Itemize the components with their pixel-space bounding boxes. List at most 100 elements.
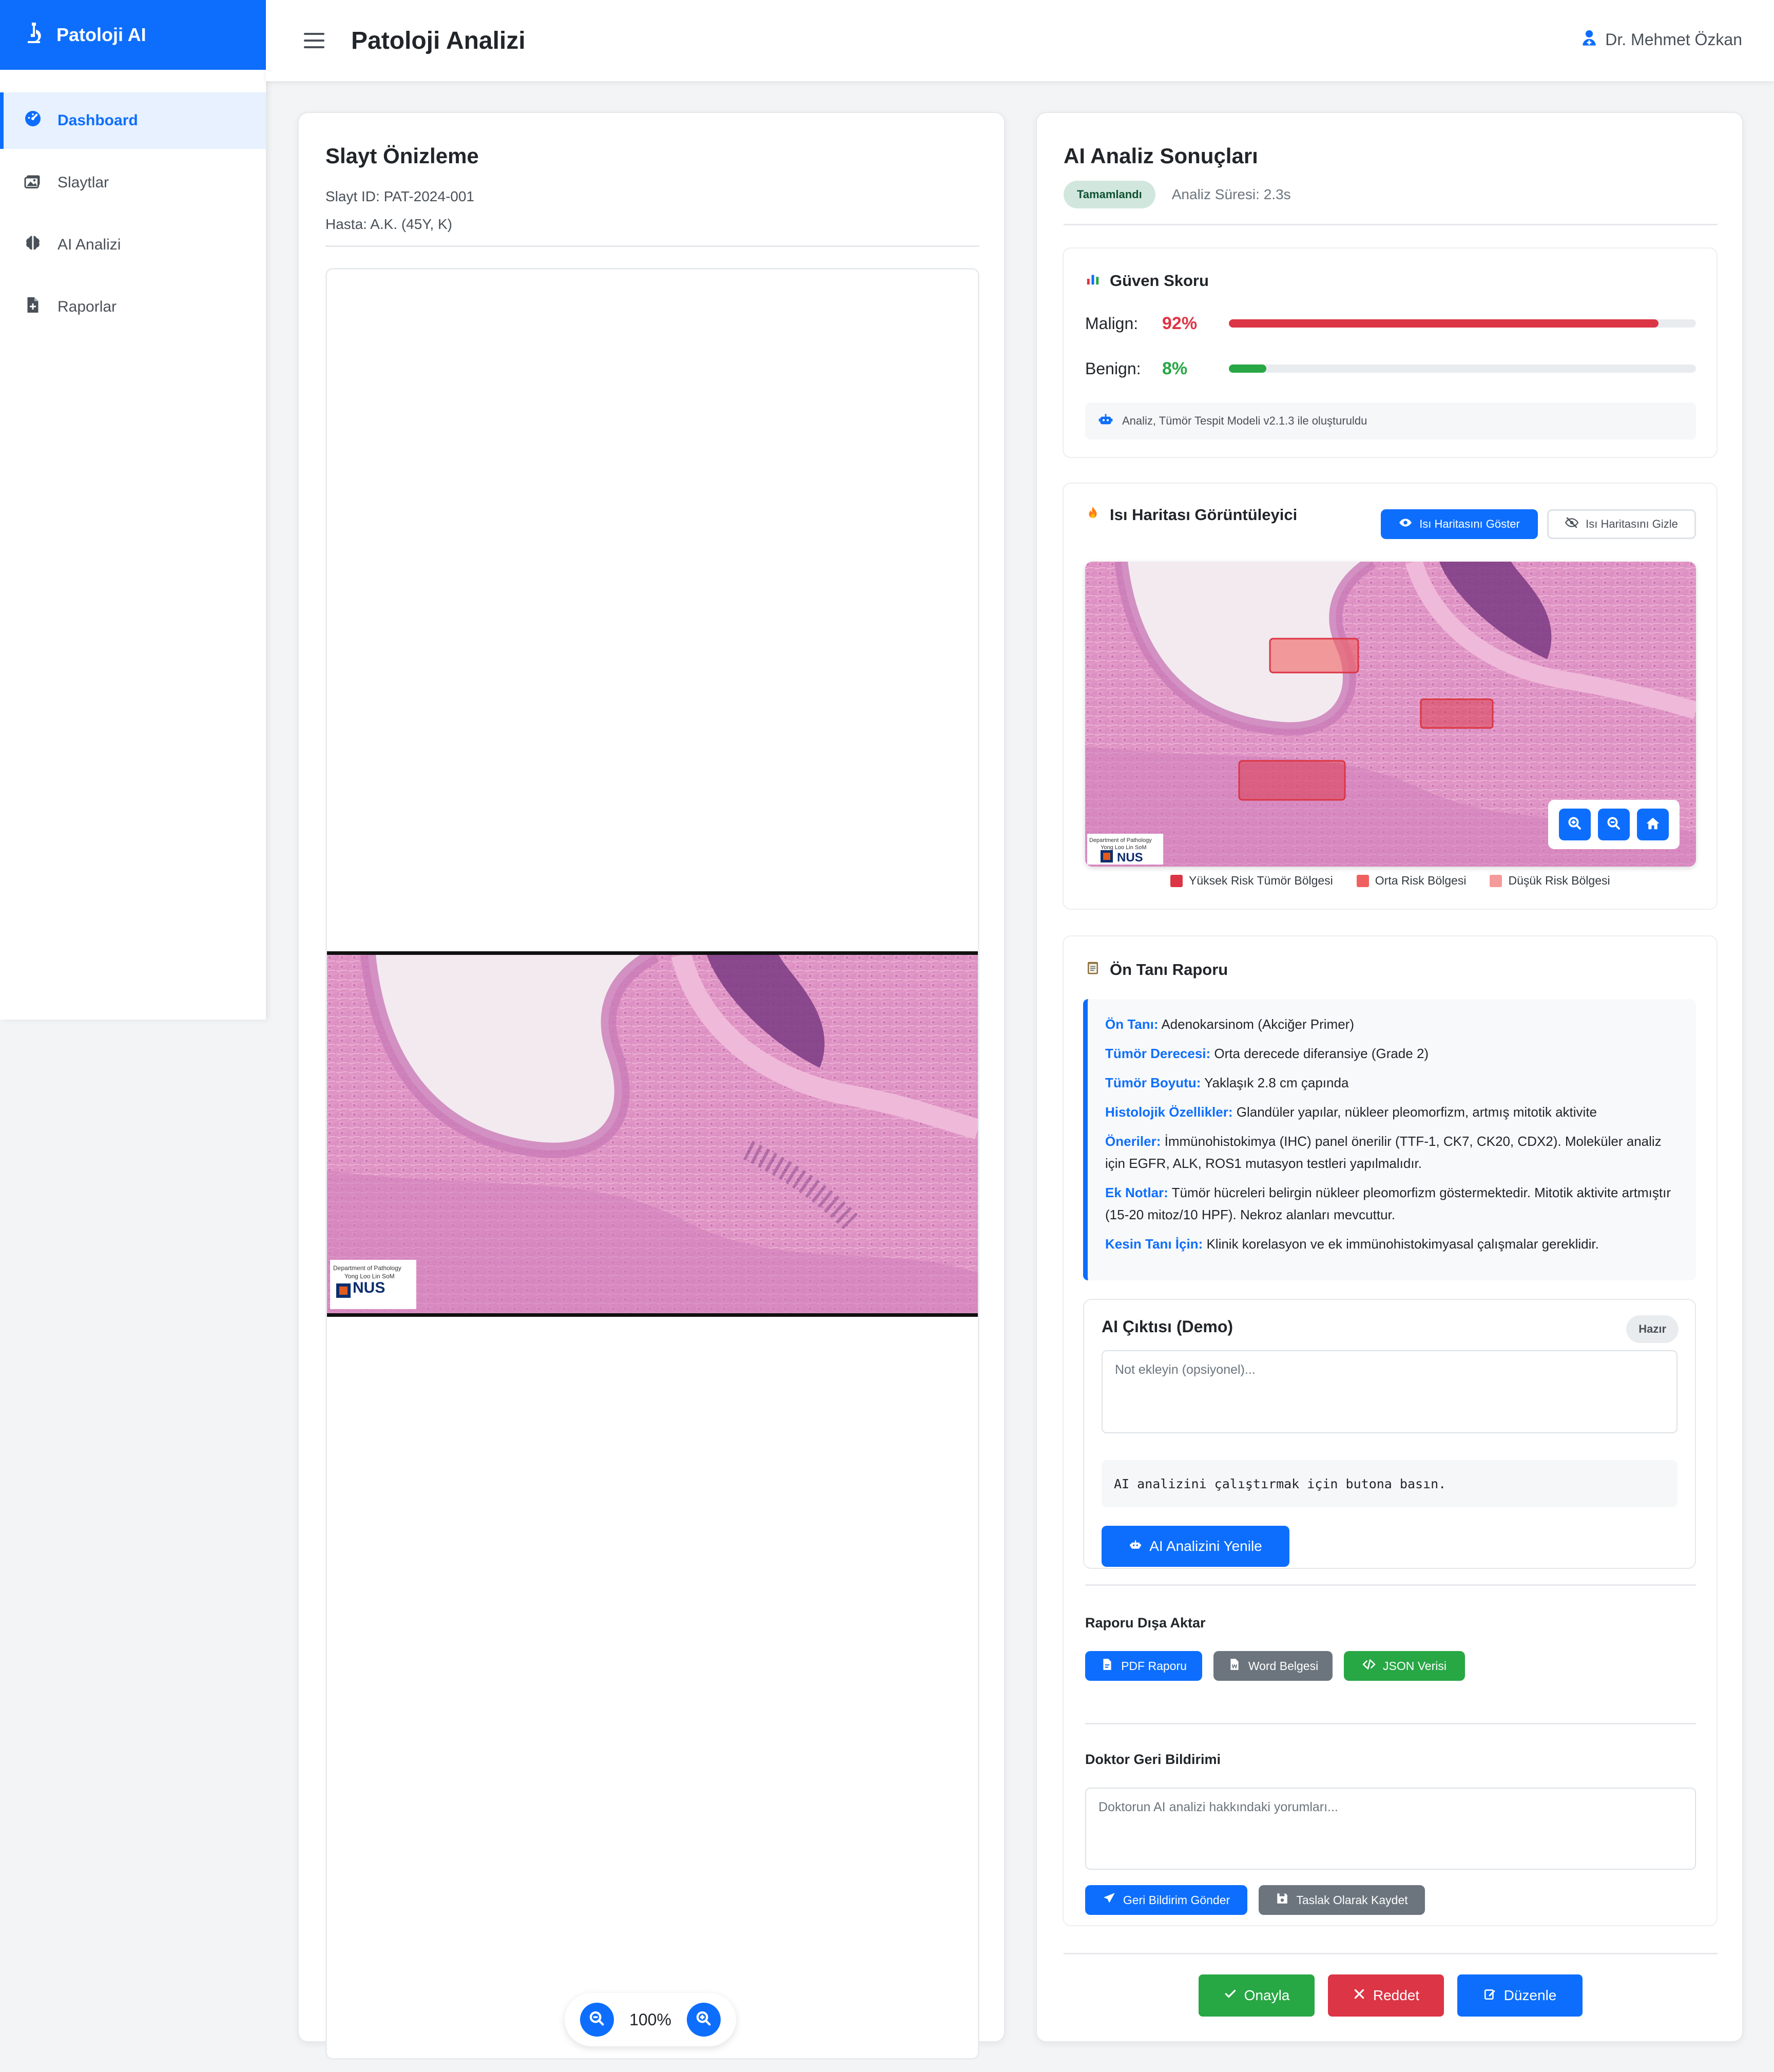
edit-icon [1483,1987,1497,2004]
sidebar-item-ai-analizi[interactable]: AI Analizi [0,217,266,273]
close-icon [1353,1987,1366,2004]
send-feedback-button[interactable]: Geri Bildirim Gönder [1085,1885,1247,1915]
home-icon [1645,816,1661,834]
eye-icon [1399,516,1412,532]
heatmap-home-button[interactable] [1637,809,1669,840]
report-line: Ek Notlar: Tümör hücreleri belirgin nükl… [1105,1185,1671,1222]
heatmap-viewer[interactable]: Department of Pathology Yong Loo Lin SoM… [1085,562,1696,867]
user-doctor-icon [1580,29,1598,50]
zoom-in-icon [695,2010,712,2030]
svg-text:Yong Loo Lin SoM: Yong Loo Lin SoM [1101,845,1147,851]
heatmap-zoom-out-button[interactable] [1598,809,1630,840]
medium-risk-region[interactable] [1269,638,1359,674]
brand-name: Patoloji AI [56,24,146,45]
hide-heatmap-button[interactable]: Isı Haritasını Gizle [1547,509,1696,539]
slide-image[interactable]: Department of Pathology Yong Loo Lin SoM… [327,951,978,1317]
confidence-card: Güven Skoru Malign: 92% Benign: 8% Anali… [1063,247,1718,458]
reject-button[interactable]: Reddet [1328,1974,1444,2017]
zoom-out-button[interactable] [580,2003,614,2037]
heatmap-zoom-in-button[interactable] [1559,809,1591,840]
divider [1085,1584,1696,1586]
report-line: Ön Tanı: Adenokarsinom (Akciğer Primer) [1105,1016,1354,1032]
svg-text:Department of Pathology: Department of Pathology [1089,837,1152,843]
high-risk-region[interactable] [1238,760,1346,801]
ai-output-panel: AI Çıktısı (Demo) Hazır Not ekleyin (ops… [1083,1299,1696,1569]
malign-progress-bar [1229,319,1696,328]
slide-viewer[interactable]: Department of Pathology Yong Loo Lin SoM… [325,268,979,2060]
note-input[interactable]: Not ekleyin (opsiyonel)... [1102,1350,1677,1433]
report-line: Kesin Tanı İçin: Klinik korelasyon ve ek… [1105,1236,1599,1252]
model-note: Analiz, Tümör Tespit Modeli v2.1.3 ile o… [1085,402,1696,439]
heatmap-legend: Yüksek Risk Tümör Bölgesi Orta Risk Bölg… [1170,874,1610,888]
sidebar-item-label: Slaytlar [57,174,109,191]
svg-text:Department of Pathology: Department of Pathology [333,1264,401,1272]
zoom-in-button[interactable] [687,2003,721,2037]
microscope-icon [22,21,46,50]
edit-button[interactable]: Düzenle [1457,1974,1583,2017]
export-pdf-button[interactable]: PDF Raporu [1085,1651,1202,1681]
benign-score-row: Benign: 8% [1085,353,1696,384]
confidence-title: Güven Skoru [1085,271,1209,291]
user-name: Dr. Mehmet Özkan [1605,30,1742,49]
export-word-button[interactable]: Word Belgesi [1213,1651,1333,1681]
robot-icon [1129,1538,1142,1555]
final-actions: Onayla Reddet Düzenle [1037,1974,1744,2017]
export-title: Raporu Dışa Aktar [1085,1615,1206,1630]
legend-item: Yüksek Risk Tümör Bölgesi [1170,874,1333,888]
sidebar-item-label: Dashboard [57,112,138,129]
sidebar-item-raporlar[interactable]: Raporlar [0,279,266,335]
benign-percent: 8% [1162,358,1188,378]
export-json-button[interactable]: JSON Verisi [1344,1651,1465,1681]
high-risk-region[interactable] [1420,698,1494,729]
divider [1064,224,1718,225]
slide-preview-card: Slayt Önizleme Slayt ID: PAT-2024-001 Ha… [298,112,1005,2060]
ai-output-title: AI Çıktısı (Demo) [1102,1317,1233,1336]
feedback-input[interactable]: Doktorun AI analizi hakkındaki yorumları… [1085,1788,1696,1870]
legend-swatch [1490,874,1502,887]
sidebar-item-slaytlar[interactable]: Slaytlar [0,155,266,211]
user-menu[interactable]: Dr. Mehmet Özkan [1580,29,1742,50]
report-line: Histolojik Özellikler: Glandüler yapılar… [1105,1104,1597,1120]
brain-icon [24,234,42,256]
results-title: AI Analiz Sonuçları [1064,144,1258,168]
brand[interactable]: Patoloji AI [0,0,266,70]
save-draft-button[interactable]: Taslak Olarak Kaydet [1259,1885,1425,1915]
report-line: Tümör Boyutu: Yaklaşık 2.8 cm çapında [1105,1075,1349,1090]
fire-icon [1085,505,1101,525]
feedback-buttons: Geri Bildirim Gönder Taslak Olarak Kayde… [1085,1885,1425,1915]
divider [1064,1953,1718,1954]
sidebar-item-dashboard[interactable]: Dashboard [0,92,266,149]
svg-text:NUS: NUS [1117,851,1143,865]
zoom-controls: 100% [565,1993,736,2046]
sidebar-nav: Dashboard Slaytlar AI Analizi Raporlar [0,70,266,335]
sidebar: Patoloji AI Dashboard Slaytlar AI Analiz… [0,0,266,1020]
legend-item: Orta Risk Bölgesi [1356,874,1466,888]
top-header: Patoloji Analizi Dr. Mehmet Özkan [266,0,1774,81]
report-card: Ön Tanı Raporu Ön Tanı: Adenokarsinom (A… [1063,935,1718,1926]
divider [325,245,979,247]
zoom-out-icon [1606,816,1622,834]
robot-icon [1097,411,1114,431]
hamburger-menu-icon[interactable] [304,30,324,51]
status-row: Tamamlandı Analiz Süresi: 2.3s [1064,181,1291,208]
paper-plane-icon [1103,1892,1116,1908]
heatmap-card: Isı Haritası Görüntüleyici Isı Haritasın… [1063,483,1718,910]
svg-text:Yong Loo Lin SoM: Yong Loo Lin SoM [344,1273,395,1280]
analysis-duration: Analiz Süresi: 2.3s [1171,186,1291,202]
malign-score-row: Malign: 92% [1085,308,1696,339]
show-heatmap-button[interactable]: Isı Haritasını Göster [1381,509,1538,539]
sidebar-item-label: Raporlar [57,298,117,315]
slide-id: Slayt ID: PAT-2024-001 [325,188,474,204]
heatmap-title: Isı Haritası Görüntüleyici [1085,505,1297,525]
zoom-in-icon [1567,816,1583,834]
approve-button[interactable]: Onayla [1199,1974,1315,2017]
malign-label: Malign: [1085,314,1139,333]
report-line: Tümör Derecesi: Orta derecede diferansiy… [1105,1046,1429,1061]
refresh-ai-analysis-button[interactable]: AI Analizini Yenile [1102,1526,1289,1567]
floppy-disk-icon [1276,1892,1289,1908]
file-word-icon [1228,1658,1241,1674]
zoom-out-icon [588,2010,606,2030]
patient-info: Hasta: A.K. (45Y, K) [325,216,452,232]
clipboard-icon [1085,960,1101,980]
preview-title: Slayt Önizleme [325,144,479,168]
